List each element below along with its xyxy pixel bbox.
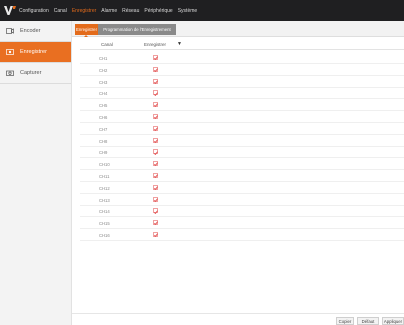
table-row: CH1 [80, 53, 404, 64]
menu-configuration[interactable]: Configuration [19, 8, 49, 14]
channel-label: CH14 [99, 209, 110, 215]
apply-button[interactable]: Appliquer [382, 317, 404, 325]
channel-label: CH16 [99, 233, 110, 238]
record-checkbox[interactable] [153, 196, 158, 202]
table-row: CH5 [80, 100, 404, 112]
record-checkbox[interactable] [153, 137, 158, 143]
channel-label: CH2 [99, 67, 108, 73]
channel-label: CH1 [99, 56, 108, 61]
channel-label: CH12 [99, 185, 110, 191]
sidebar-item-enregistrer[interactable]: Enregistrer [0, 42, 71, 63]
record-checkbox[interactable] [153, 208, 158, 214]
menu-reseau[interactable]: Réseau [122, 8, 139, 14]
channel-label: CH15 [99, 221, 110, 227]
channel-label: CH5 [99, 103, 108, 109]
record-checkbox[interactable] [153, 220, 158, 226]
menu-peripherique[interactable]: Périphérique [144, 8, 172, 14]
tab-enregistrer[interactable]: Enregistrer [75, 24, 98, 35]
sidebar-item-label: Capturer [20, 70, 42, 76]
sidebar-item-capturer[interactable]: Capturer [0, 63, 71, 84]
channel-label: CH4 [99, 91, 108, 97]
table-row: CH4 [80, 88, 404, 100]
record-checkbox[interactable] [153, 149, 158, 155]
table-row: CH9 [80, 147, 404, 159]
channel-label: CH8 [99, 138, 108, 144]
channel-label: CH6 [99, 115, 108, 120]
record-icon [6, 49, 14, 55]
menu-canal[interactable]: Canal [54, 8, 67, 14]
menu-systeme[interactable]: Système [178, 8, 197, 14]
table-row: CH6 [80, 112, 404, 123]
record-checkbox[interactable] [153, 78, 158, 84]
record-checkbox[interactable] [153, 114, 158, 119]
channel-label: CH7 [99, 126, 108, 132]
footer-divider [72, 313, 404, 314]
table-row: CH15 [80, 218, 404, 230]
column-header-enregistrer: Enregistrer [144, 42, 167, 47]
record-checkbox[interactable] [153, 173, 158, 178]
table-row: CH12 [80, 183, 404, 194]
active-tab-indicator [84, 35, 88, 37]
table-row: CH3 [80, 77, 404, 88]
table-row: CH16 [80, 230, 404, 241]
top-menu-bar: Configuration Canal Enregistrer Alarme R… [0, 0, 404, 21]
table-row: CH13 [80, 195, 404, 206]
table-row: CH8 [80, 136, 404, 147]
channel-label: CH3 [99, 79, 108, 85]
record-checkbox[interactable] [153, 161, 158, 167]
app-logo-icon [4, 6, 16, 15]
header-divider [80, 49, 404, 50]
menu-enregistrer[interactable]: Enregistrer [72, 8, 96, 14]
sidebar-item-label: Encoder [20, 28, 41, 34]
capture-icon [6, 70, 14, 76]
record-checkbox[interactable] [153, 90, 158, 96]
tab-programmation[interactable]: Programmation de l'Enregistrement [98, 24, 176, 35]
sidebar-item-encoder[interactable]: Encoder [0, 21, 71, 42]
table-row: CH2 [80, 65, 404, 76]
record-settings-table: Canal Enregistrer ▼ CH1 CH2 CH3 CH4 CH5 CH6 CH… [80, 40, 404, 316]
record-checkbox[interactable] [153, 184, 158, 190]
copy-button[interactable]: Copier [336, 317, 354, 325]
table-row: CH7 [80, 124, 404, 135]
sub-tab-bar: Enregistrer Programmation de l'Enregistr… [72, 21, 404, 37]
table-row: CH11 [80, 171, 404, 182]
column-header-canal: Canal [101, 42, 113, 47]
record-checkbox[interactable] [153, 125, 158, 131]
table-row: CH10 [80, 159, 404, 171]
default-button[interactable]: Défaut [357, 317, 379, 325]
record-checkbox[interactable] [153, 66, 158, 72]
channel-label: CH13 [99, 197, 110, 203]
record-checkbox[interactable] [153, 102, 158, 108]
channel-label: CH9 [99, 150, 108, 156]
table-row: CH14 [80, 206, 404, 218]
record-checkbox[interactable] [153, 232, 158, 237]
camera-icon [6, 28, 14, 34]
channel-label: CH10 [99, 162, 110, 168]
sidebar: Encoder Enregistrer Capturer [0, 21, 72, 325]
dropdown-arrow-icon[interactable]: ▼ [177, 41, 182, 47]
record-checkbox[interactable] [153, 55, 158, 60]
menu-alarme[interactable]: Alarme [101, 8, 117, 14]
channel-label: CH11 [99, 174, 110, 179]
sidebar-item-label: Enregistrer [20, 49, 47, 55]
